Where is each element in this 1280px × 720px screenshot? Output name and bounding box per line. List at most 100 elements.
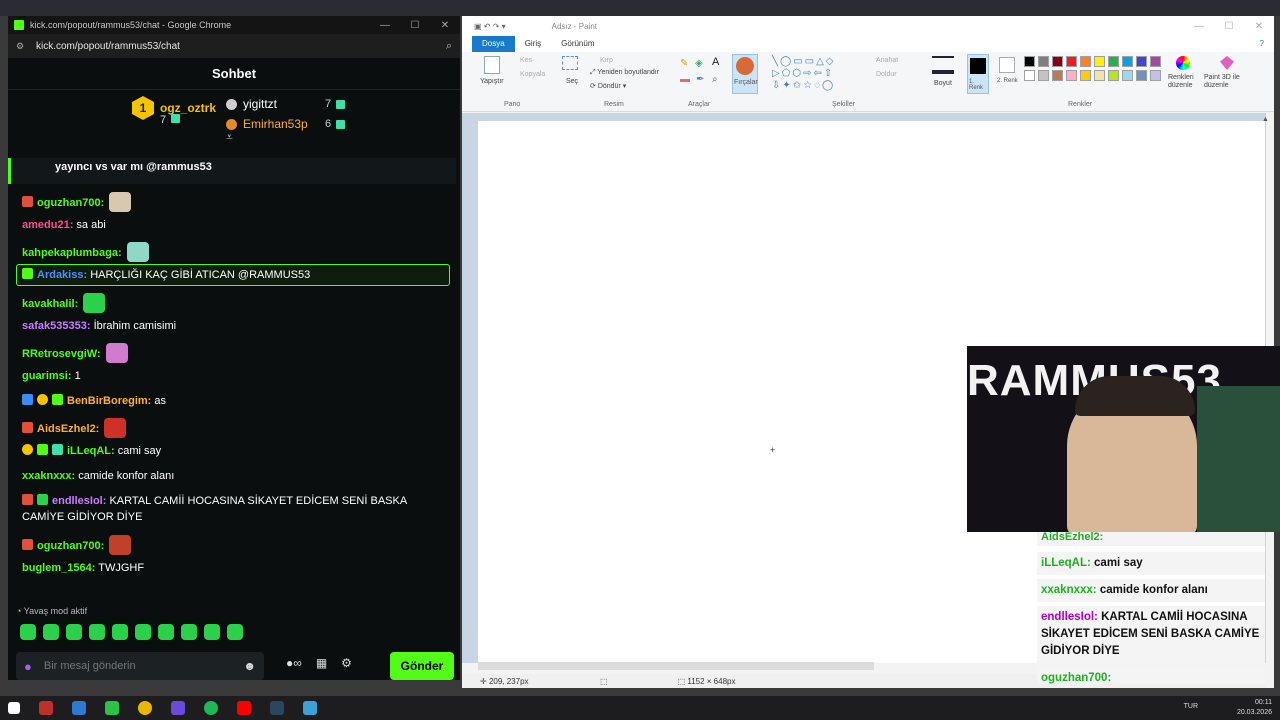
color-swatch[interactable] — [1136, 70, 1147, 81]
text-tool-icon[interactable]: A — [712, 56, 719, 68]
help-icon[interactable]: ? — [1250, 36, 1274, 52]
username[interactable]: AidsEzhel2: — [37, 423, 99, 435]
paint-icon[interactable] — [303, 701, 317, 715]
mic-icon[interactable]: ● — [24, 659, 32, 674]
username[interactable]: iLLeqAL: — [67, 445, 115, 457]
chat-message[interactable]: xxaknxxx: camide konfor alanı — [22, 468, 442, 484]
color-swatch[interactable] — [1150, 56, 1161, 67]
emote-icon[interactable] — [66, 624, 82, 640]
color-swatch[interactable] — [1038, 70, 1049, 81]
brushes-button[interactable]: Fırçalar — [732, 54, 758, 94]
cut-button[interactable]: Kes — [520, 57, 532, 64]
emoji-icon[interactable]: ☻ — [243, 659, 256, 673]
username[interactable]: RRetrosevgiW: — [22, 348, 101, 360]
color-swatch[interactable] — [1094, 70, 1105, 81]
username[interactable]: safak535353: — [22, 320, 91, 332]
mail-icon[interactable] — [72, 701, 86, 715]
send-button[interactable]: Gönder — [390, 652, 454, 680]
chat-message[interactable]: AidsEzhel2: — [22, 418, 442, 438]
clock[interactable]: 00:11 20.03.2026 — [1237, 698, 1272, 718]
chat-message[interactable]: amedu21: sa abi — [22, 217, 442, 233]
zoom-icon[interactable]: ⌕ — [446, 40, 452, 53]
username[interactable]: kahpekaplumbaga: — [22, 247, 122, 259]
chat-message[interactable]: iLLeqAL: cami say — [22, 443, 442, 459]
emote-icon[interactable] — [181, 624, 197, 640]
eraser-icon[interactable]: ▬ — [680, 74, 690, 85]
tab-file[interactable]: Dosya — [472, 36, 515, 52]
color1-button[interactable]: 1. Renk — [967, 54, 989, 94]
username[interactable]: guarimsi: — [22, 370, 72, 382]
rotate-button[interactable]: ⟳ Döndür ▾ — [590, 82, 626, 90]
select-button[interactable]: Seç — [566, 78, 578, 85]
minimize-button[interactable]: — — [1184, 21, 1214, 32]
scroll-up-icon[interactable]: ▲ — [1262, 116, 1269, 123]
color-swatch[interactable] — [1094, 56, 1105, 67]
spotify-icon[interactable] — [204, 701, 218, 715]
outline-button[interactable]: Anahat — [876, 57, 898, 64]
leader-first[interactable]: 1 ogz_oztrk 7 — [132, 96, 216, 126]
chrome-icon[interactable] — [138, 701, 152, 715]
language-indicator[interactable]: TUR — [1184, 703, 1198, 710]
chat-message[interactable]: guarimsi: 1 — [22, 368, 442, 384]
fill-icon[interactable]: ◈ — [695, 58, 703, 69]
pencil-icon[interactable]: ✎ — [680, 58, 688, 69]
chat-message[interactable]: Ardakiss: HARÇLIĞI KAÇ GİBİ ATICAN @RAMM… — [22, 267, 442, 283]
emote-icon[interactable] — [89, 624, 105, 640]
color-swatch[interactable] — [1024, 56, 1035, 67]
color-swatch[interactable] — [1038, 56, 1049, 67]
chat-message[interactable]: kavakhalil: — [22, 293, 442, 313]
app-icon[interactable] — [39, 701, 53, 715]
username[interactable]: xxaknxxx: — [22, 470, 75, 482]
pinned-message[interactable]: yayıncı vs var mı @rammus53 — [8, 158, 456, 184]
color-swatch[interactable] — [1052, 56, 1063, 67]
store-icon[interactable]: ▦ — [316, 656, 327, 670]
emote-icon[interactable] — [43, 624, 59, 640]
color-swatch[interactable] — [1080, 56, 1091, 67]
color-swatch[interactable] — [1136, 56, 1147, 67]
maximize-button[interactable]: ☐ — [1214, 21, 1244, 32]
username[interactable]: BenBirBoregim: — [67, 395, 151, 407]
color-swatch[interactable] — [1024, 70, 1035, 81]
username[interactable]: oguzhan700: — [37, 540, 104, 552]
color-swatch[interactable] — [1066, 56, 1077, 67]
horizontal-scrollbar[interactable] — [478, 662, 874, 670]
chat-message[interactable]: kahpekaplumbaga: — [22, 242, 442, 262]
tab-view[interactable]: Görünüm — [551, 36, 604, 52]
chat-message[interactable]: BenBirBoregim: as — [22, 393, 442, 409]
copy-button[interactable]: Kopyala — [520, 71, 545, 78]
color-swatch[interactable] — [1122, 56, 1133, 67]
color-swatch[interactable] — [1108, 56, 1119, 67]
chat-message[interactable]: safak535353: İbrahim camisimi — [22, 318, 442, 334]
emote-icon[interactable] — [20, 624, 36, 640]
color-swatch[interactable] — [1122, 70, 1133, 81]
start-icon[interactable] — [8, 702, 20, 714]
magnifier-icon[interactable]: ⌕ — [712, 74, 718, 85]
tab-home[interactable]: Giriş — [515, 36, 551, 52]
close-button[interactable]: ✕ — [1244, 21, 1274, 32]
shapes-gallery[interactable]: ╲◯▭▭△◇ ▷⬠⬡⇨⇦⇧ ⇩✦✩☆◌◯ — [772, 56, 868, 92]
color-swatch[interactable] — [1080, 70, 1091, 81]
username[interactable]: Ardakiss: — [37, 269, 87, 281]
leader-third[interactable]: Emirhan53p 6 — [226, 114, 346, 134]
username[interactable]: amedu21: — [22, 219, 73, 231]
maximize-button[interactable]: ☐ — [400, 20, 430, 31]
color-swatch[interactable] — [1052, 70, 1063, 81]
emote-icon[interactable] — [204, 624, 220, 640]
crop-button[interactable]: Kırp — [600, 57, 613, 64]
minimize-button[interactable]: — — [370, 20, 400, 31]
message-input[interactable] — [43, 660, 244, 672]
username[interactable]: oguzhan700: — [37, 197, 104, 209]
color-swatch[interactable] — [1066, 70, 1077, 81]
color-swatch[interactable] — [1108, 70, 1119, 81]
address-bar[interactable]: ⚙ kick.com/popout/rammus53/chat ⌕ — [8, 34, 460, 58]
kicks-icon[interactable]: ●∞ — [286, 656, 302, 670]
color2-button[interactable]: 2. Renk — [996, 54, 1018, 94]
paint3d-button[interactable]: Paint 3D ile düzenle — [1204, 74, 1254, 90]
color-swatch[interactable] — [1150, 70, 1161, 81]
username[interactable]: kavakhalil: — [22, 298, 78, 310]
fill-button[interactable]: Doldur — [876, 71, 897, 78]
chat-message[interactable]: oguzhan700: — [22, 192, 442, 212]
youtube-icon[interactable] — [237, 701, 251, 715]
leader-second[interactable]: yigittzt 7 — [226, 94, 346, 114]
site-info-icon[interactable]: ⚙ — [16, 41, 26, 51]
